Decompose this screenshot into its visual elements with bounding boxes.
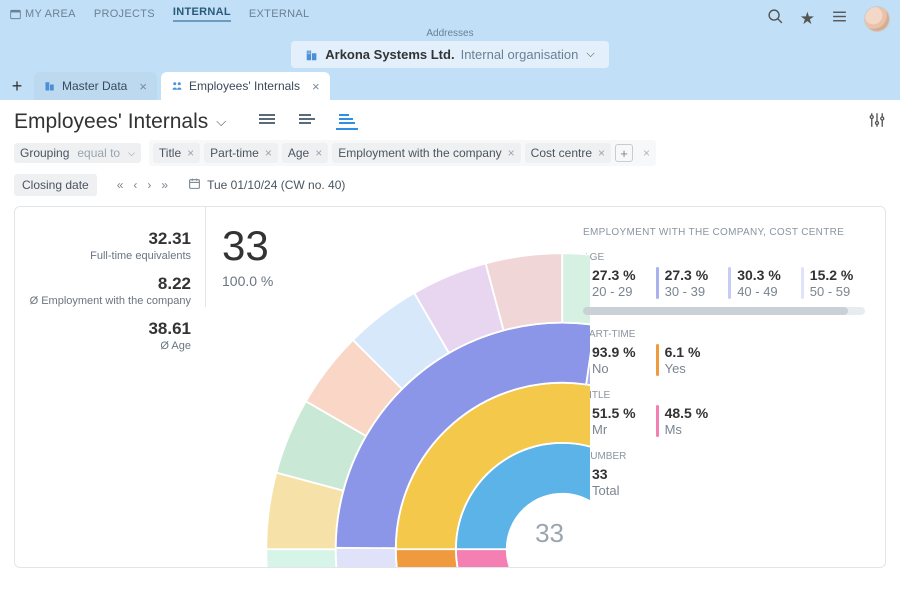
title-label: TITLE [583,390,865,401]
metric: 48.5 %Ms [656,405,709,437]
metric: 93.9 %No [583,344,636,376]
address-label: Addresses [291,28,608,39]
tab-master-data[interactable]: Master Data × [34,72,157,100]
sunburst-center: 33 [535,518,564,549]
add-chip-button[interactable]: + [615,144,633,162]
address-org: Arkona Systems Ltd. [325,47,454,62]
close-icon[interactable]: × [312,79,320,94]
total-pct: 100.0 % [222,273,275,289]
metric: 30.3 %40 - 49 [728,267,781,299]
date-next[interactable]: › [147,178,151,192]
total-count: 33 [222,225,275,267]
age-scrollbar[interactable] [583,307,865,315]
nav-internal[interactable]: INTERNAL [173,6,231,22]
avatar[interactable] [864,6,890,32]
grouping-chips: Title×Part-time×Age×Employment with the … [149,140,656,166]
metric: 33Total [583,466,619,498]
date-prev[interactable]: ‹ [133,178,137,192]
remove-chip-icon[interactable]: × [265,146,272,160]
view-list-2[interactable] [296,114,318,130]
filter-chip[interactable]: Title× [153,143,200,163]
close-icon[interactable]: × [139,79,147,94]
address-sub: Internal organisation [461,47,579,62]
date-first[interactable]: « [117,178,124,192]
metric: 27.3 %20 - 29 [583,267,636,299]
metric: 15.2 %50 - 59 [801,267,854,299]
stat-employment: 8.22 Ø Employment with the company [30,274,191,307]
search-icon[interactable] [767,8,784,30]
metric: 6.1 %Yes [656,344,701,376]
closing-date-label[interactable]: Closing date [14,174,97,196]
section-title: EMPLOYMENT WITH THE COMPANY, COST CENTRE [583,227,865,238]
remove-chip-icon[interactable]: × [187,146,194,160]
filter-chip[interactable]: Employment with the company× [332,143,520,163]
remove-chip-icon[interactable]: × [508,146,515,160]
address-pill[interactable]: Arkona Systems Ltd. Internal organisatio… [291,41,608,68]
filter-chip[interactable]: Cost centre× [525,143,611,163]
nav-projects[interactable]: PROJECTS [94,8,155,20]
filter-chip[interactable]: Part-time× [204,143,278,163]
view-list-1[interactable] [256,114,278,130]
filter-chip[interactable]: Age× [282,143,328,163]
new-tab-button[interactable]: + [0,72,34,100]
nav-external[interactable]: EXTERNAL [249,8,309,20]
grouping-filter[interactable]: Grouping equal to ⌵ [14,143,141,163]
sunburst-chart: 33 [220,207,590,568]
age-label: AGE [583,252,865,263]
metric: 51.5 %Mr [583,405,636,437]
date-value[interactable]: Tue 01/10/24 (CW no. 40) [188,177,345,193]
number-label: NUMBER [583,451,865,462]
tab-master-label: Master Data [62,79,127,93]
nav-my-area[interactable]: MY AREA [10,8,76,20]
dashboard-panel: 32.31 Full-time equivalents 8.22 Ø Emplo… [14,206,886,568]
calendar-icon [188,177,201,193]
menu-icon[interactable] [831,8,848,30]
date-last[interactable]: » [161,178,168,192]
nav-my-area-label: MY AREA [25,8,76,20]
remove-chip-icon[interactable]: × [598,146,605,160]
chevron-down-icon: ⌵ [128,148,135,159]
chevron-down-icon: ⌵ [216,114,226,130]
tab-employees-internals[interactable]: Employees' Internals × [161,72,330,100]
view-chart[interactable] [336,114,358,130]
settings-sliders-icon[interactable] [868,111,886,134]
chevron-down-icon: ⌵ [586,48,594,61]
parttime-label: PART-TIME [583,329,865,340]
stat-age: 38.61 Ø Age [148,319,191,352]
tab-employees-label: Employees' Internals [189,79,300,93]
clear-chips-icon[interactable]: × [643,146,650,160]
page-title[interactable]: Employees' Internals ⌵ [14,110,226,134]
remove-chip-icon[interactable]: × [315,146,322,160]
metric: 27.3 %30 - 39 [656,267,709,299]
star-icon[interactable]: ★ [800,9,815,29]
stat-fte: 32.31 Full-time equivalents [90,229,191,262]
